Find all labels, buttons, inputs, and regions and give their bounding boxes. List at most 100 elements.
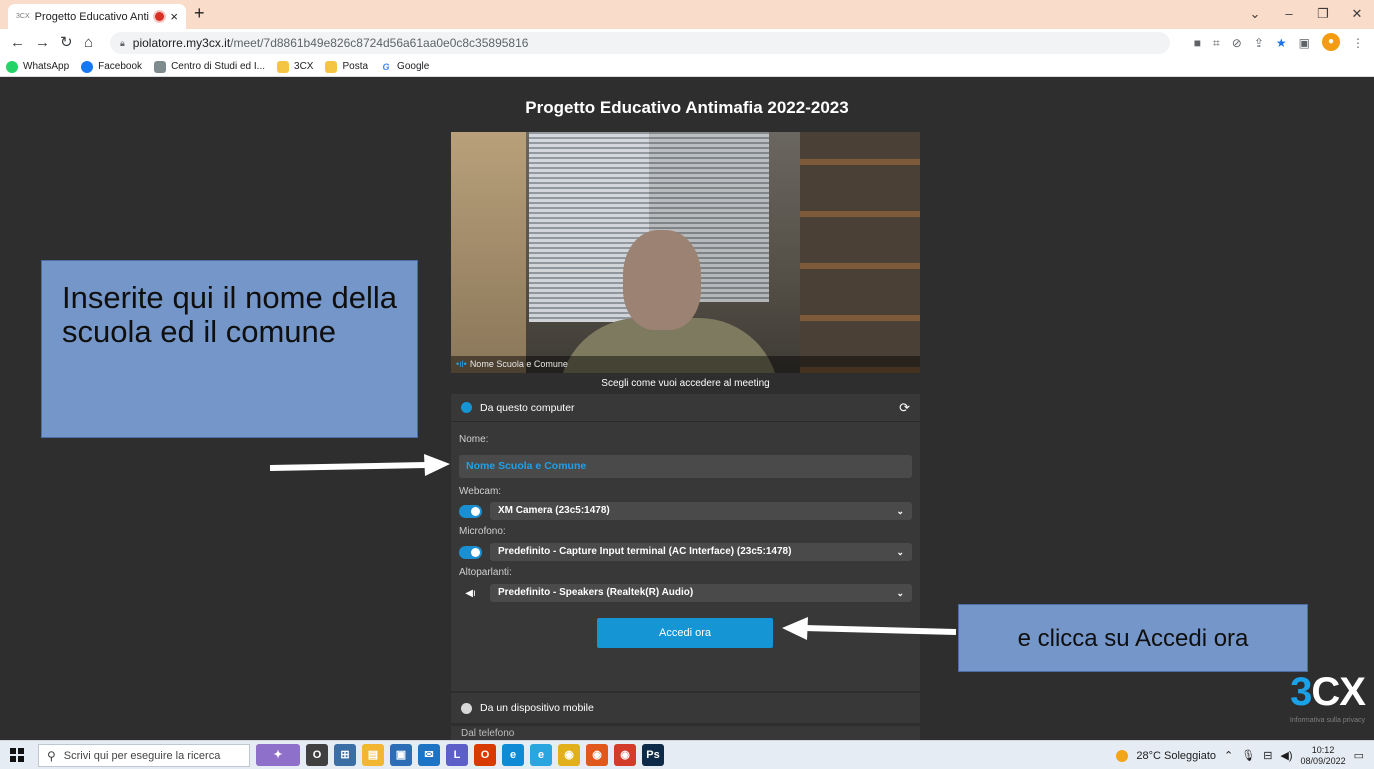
bookmark-posta[interactable]: Posta	[325, 60, 368, 73]
translate-icon[interactable]: ⌗	[1213, 33, 1220, 53]
widgets-icon[interactable]: ⊞	[334, 744, 356, 766]
toolbar-icons: ■ ⌗ ⊘ ⇪ ★ ▣ ● ⋮	[1194, 33, 1364, 53]
bookmarks-bar: WhatsApp Facebook Centro di Studi ed I..…	[0, 57, 1374, 77]
new-tab-button[interactable]: +	[194, 3, 205, 24]
ie-icon[interactable]: e	[530, 744, 552, 766]
bookmark-star-icon[interactable]: ★	[1276, 33, 1287, 53]
microphone-toggle[interactable]	[459, 545, 482, 559]
tracking-icon[interactable]: ⊘	[1232, 33, 1242, 53]
chrome-profile-icon[interactable]: ◉	[614, 744, 636, 766]
tab-close-icon[interactable]: ×	[170, 9, 178, 24]
3cx-favicon-icon: 3CX	[16, 13, 30, 20]
bookmark-3cx[interactable]: 3CX	[277, 60, 313, 73]
forward-arrow-icon[interactable]: →	[35, 33, 50, 53]
folder-icon	[277, 60, 290, 73]
weather-sun-icon	[1116, 749, 1129, 762]
chrome-icon[interactable]: ◉	[558, 744, 580, 766]
minimize-button[interactable]: –	[1272, 0, 1306, 29]
webcam-row: XM Camera (23c5:1478) ⌄	[459, 502, 912, 520]
address-bar[interactable]: 🔒︎ piolatorre.my3cx.it/meet/7d8861b49e82…	[110, 32, 1170, 54]
bookmark-facebook[interactable]: Facebook	[81, 60, 142, 73]
notifications-icon[interactable]: ▭	[1354, 749, 1364, 762]
taskbar-apps: ✦ O ⊞ ▤ ▣ ✉ L O e e ◉ ◉ ◉ Ps	[256, 744, 664, 766]
google-icon: G	[380, 60, 393, 73]
radio-unselected-icon[interactable]	[461, 702, 472, 714]
speakers-label: Altoparlanti:	[459, 567, 512, 578]
store-icon[interactable]: ▣	[390, 744, 412, 766]
webcam-toggle[interactable]	[459, 504, 482, 518]
url-host: piolatorre.my3cx.it	[132, 36, 231, 50]
network-icon[interactable]: ⊟	[1263, 749, 1272, 762]
profile-avatar-icon[interactable]: ●	[1322, 33, 1340, 51]
speakers-select[interactable]: Predefinito - Speakers (Realtek(R) Audio…	[490, 584, 912, 602]
speaker-icon: ◀ı	[465, 587, 476, 599]
office-icon[interactable]: O	[474, 744, 496, 766]
url-path: /meet/7d8861b49e826c8724d56a61aa0e0c8c35…	[230, 36, 529, 50]
back-arrow-icon[interactable]: ←	[10, 33, 25, 53]
system-tray: 28°C Soleggiato ⌃ 🎙︎ ⊟ ◀) 10:12 08/09/20…	[1116, 744, 1364, 767]
option-mobile-device[interactable]: Da un dispositivo mobile	[451, 693, 920, 723]
close-window-button[interactable]: ✕	[1340, 0, 1374, 29]
radio-selected-icon[interactable]	[461, 402, 472, 413]
restore-button[interactable]: ❐	[1306, 0, 1340, 29]
taskbar-search-input[interactable]: ⚲ Scrivi qui per eseguire la ricerca	[38, 744, 250, 767]
search-highlight-icon[interactable]: ✦	[256, 744, 300, 766]
option-phone[interactable]: Dal telefono	[451, 726, 920, 740]
side-panel-icon[interactable]: ▣	[1299, 33, 1310, 53]
chevron-down-icon: ⌄	[896, 506, 904, 516]
join-method-label: Scegli come vuoi accedere al meeting	[601, 378, 770, 389]
microphone-row: Predefinito - Capture Input terminal (AC…	[459, 543, 912, 561]
name-label: Nome:	[459, 434, 489, 445]
webcam-select[interactable]: XM Camera (23c5:1478) ⌄	[490, 502, 912, 520]
video-caption: •ıl• Nome Scuola e Comune	[451, 356, 920, 373]
recording-icon	[155, 12, 165, 21]
tab-search-icon[interactable]: ⌄	[1238, 0, 1272, 29]
photoshop-icon[interactable]: Ps	[642, 744, 664, 766]
chevron-down-icon: ⌄	[896, 547, 904, 557]
home-icon[interactable]: ⌂	[84, 33, 93, 53]
audio-level-icon: •ıl•	[456, 359, 467, 369]
edge-icon[interactable]: e	[502, 744, 524, 766]
windows-start-icon[interactable]	[10, 748, 24, 762]
browser-toolbar: ← → ↻ ⌂ 🔒︎ piolatorre.my3cx.it/meet/7d88…	[0, 29, 1374, 57]
privacy-link[interactable]: Informativa sulla privacy	[1253, 717, 1365, 724]
menu-icon[interactable]: ⋮	[1352, 33, 1364, 53]
task-view-icon[interactable]: O	[306, 744, 328, 766]
name-input[interactable]: Nome Scuola e Comune	[459, 455, 912, 478]
firefox-icon[interactable]: ◉	[586, 744, 608, 766]
window-controls: ⌄ – ❐ ✕	[1238, 0, 1374, 29]
tab-title: Progetto Educativo Antimafi	[34, 10, 150, 23]
webcam-label: Webcam:	[459, 486, 502, 497]
bookmark-google[interactable]: G Google	[380, 60, 429, 73]
volume-icon[interactable]: ◀)	[1280, 749, 1292, 762]
browser-tab[interactable]: 3CX Progetto Educativo Antimafi ×	[8, 4, 186, 29]
microphone-select[interactable]: Predefinito - Capture Input terminal (AC…	[490, 543, 912, 561]
clock[interactable]: 10:12 08/09/2022	[1301, 745, 1346, 767]
share-icon[interactable]: ⇪	[1254, 33, 1264, 53]
refresh-icon[interactable]: ⟳	[899, 400, 910, 416]
speakers-row: ◀ı Predefinito - Speakers (Realtek(R) Au…	[459, 584, 912, 602]
facebook-icon	[81, 60, 94, 73]
microphone-label: Microfono:	[459, 526, 506, 537]
teams-icon[interactable]: L	[446, 744, 468, 766]
join-now-button[interactable]: Accedi ora	[597, 618, 773, 648]
option-this-computer[interactable]: Da questo computer ⟳	[451, 394, 920, 422]
page-title: Progetto Educativo Antimafia 2022-2023	[525, 98, 849, 117]
mail-icon[interactable]: ✉	[418, 744, 440, 766]
webcam-preview: •ıl• Nome Scuola e Comune	[451, 132, 920, 373]
file-explorer-icon[interactable]: ▤	[362, 744, 384, 766]
bookmark-whatsapp[interactable]: WhatsApp	[6, 60, 69, 73]
bookmark-centro-studi[interactable]: Centro di Studi ed I...	[154, 60, 265, 73]
microphone-icon[interactable]: 🎙︎	[1241, 749, 1255, 762]
chevron-up-icon[interactable]: ⌃	[1224, 749, 1233, 762]
computer-join-panel: Da questo computer ⟳ Nome: Nome Scuola e…	[451, 394, 920, 691]
windows-taskbar: ⚲ Scrivi qui per eseguire la ricerca ✦ O…	[0, 740, 1374, 769]
tab-strip: 3CX Progetto Educativo Antimafi × + ⌄ – …	[0, 0, 1374, 29]
folder-icon	[325, 60, 338, 73]
camera-indicator-icon[interactable]: ■	[1194, 33, 1201, 53]
arrow-left-icon	[782, 617, 957, 640]
weather-text[interactable]: 28°C Soleggiato	[1136, 750, 1216, 762]
search-icon: ⚲	[47, 748, 56, 763]
reload-icon[interactable]: ↻	[60, 33, 73, 53]
page-icon	[154, 60, 167, 73]
